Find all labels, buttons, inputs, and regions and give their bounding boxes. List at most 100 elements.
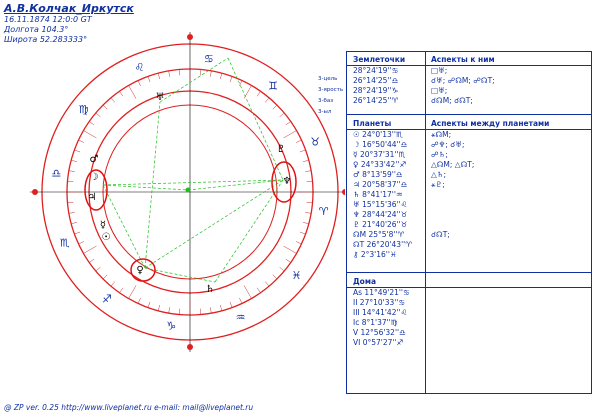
degree-tick bbox=[302, 222, 309, 225]
aspect-line bbox=[102, 179, 284, 186]
degree-tick bbox=[299, 231, 306, 235]
degree-tick bbox=[265, 97, 270, 103]
aspect-line bbox=[214, 179, 284, 283]
degree-tick bbox=[74, 149, 81, 153]
earthpoint-row: 26°14'25''♎ ☌♅; ☍☊M; ☍☊T; bbox=[347, 76, 591, 85]
degree-tick bbox=[239, 80, 243, 87]
earthpoint-position: 28°24'19''♋ bbox=[353, 66, 399, 75]
center-point bbox=[185, 187, 191, 193]
planet-position: ♆ 28°44'24''♉ bbox=[353, 210, 408, 219]
aspect-line bbox=[144, 101, 161, 269]
degree-tick bbox=[265, 281, 270, 287]
zodiac-sign: ♍ bbox=[79, 103, 89, 116]
degree-tick bbox=[119, 91, 124, 97]
earthpoints-header-col2: Аспекты к ним bbox=[431, 55, 495, 64]
earthpoint-aspects: ☌☊M; ☌☊T; bbox=[431, 96, 473, 105]
degree-tick bbox=[89, 258, 95, 263]
earthpoint-row: 28°24'19''♋ □♅; bbox=[347, 66, 591, 75]
degree-tick bbox=[78, 139, 85, 143]
earthpoints-header-col1: Землеточки bbox=[353, 55, 406, 64]
earthpoint-row: 28°24'19''♑ □♅; bbox=[347, 86, 591, 95]
degree-tick bbox=[306, 181, 313, 183]
zodiac-sign: ♋ bbox=[204, 52, 214, 65]
degree-tick bbox=[71, 159, 78, 162]
zodiac-sign: ♑ bbox=[166, 320, 176, 333]
planet-position: ♀ 24°33'42''♐ bbox=[353, 160, 407, 169]
degree-tick bbox=[168, 70, 170, 77]
degree-tick bbox=[128, 285, 137, 299]
degree-tick bbox=[285, 121, 291, 126]
planet-glyph: ☿ bbox=[100, 220, 106, 231]
degree-tick bbox=[74, 231, 81, 235]
house-position: VI 0°57'27''♐ bbox=[353, 338, 404, 347]
aspect-line bbox=[102, 184, 146, 269]
planet-glyph: ♇ bbox=[277, 144, 286, 155]
planet-row: ☊M 25°5'8''♈ ☌☊T; bbox=[347, 230, 591, 239]
degree-tick bbox=[95, 112, 101, 117]
degree-tick bbox=[295, 139, 302, 143]
degree-tick bbox=[283, 245, 297, 254]
earthpoint-position: 26°14'25''♎ bbox=[353, 76, 399, 85]
planet-aspects: ☌☊T; bbox=[431, 230, 450, 239]
degree-tick bbox=[95, 267, 101, 272]
house-row: Ic 8°1'37''♍ bbox=[347, 318, 591, 327]
planet-aspects: ☍♆; ☌♅; bbox=[431, 140, 465, 149]
degree-tick bbox=[110, 281, 115, 287]
earthpoint-position: 28°24'19''♑ bbox=[353, 86, 399, 95]
houses-header-col1: Дома bbox=[353, 277, 377, 286]
aspect-line bbox=[227, 57, 284, 181]
degree-tick bbox=[272, 274, 278, 280]
zodiac-sign: ♌ bbox=[134, 61, 144, 74]
planet-glyph: ♀ bbox=[136, 265, 143, 276]
degree-tick bbox=[272, 104, 278, 110]
aspect-line bbox=[144, 179, 284, 269]
planet-position: ☽ 16°50'44''♎ bbox=[353, 140, 408, 149]
degree-tick bbox=[229, 301, 233, 308]
planets-header-col2: Аспекты между планетами bbox=[431, 119, 550, 128]
planet-position: ♄ 8°41'17''♒ bbox=[353, 190, 403, 199]
planets-header-col1: Планеты bbox=[353, 119, 392, 128]
planet-glyph: ♃ bbox=[88, 192, 97, 203]
planet-position: ♃ 20°58'37''♎ bbox=[353, 180, 408, 189]
degree-tick bbox=[89, 121, 95, 126]
degree-tick bbox=[302, 159, 309, 162]
degree-tick bbox=[119, 287, 124, 293]
degree-tick bbox=[220, 304, 223, 311]
degree-tick bbox=[68, 170, 75, 172]
house-row: VI 0°57'27''♐ bbox=[347, 338, 591, 347]
footer: @ ZP ver. 0.25 http://www.liveplanet.ru … bbox=[4, 403, 254, 412]
earthpoint-aspects: ☌♅; ☍☊M; ☍☊T; bbox=[431, 76, 495, 85]
planet-aspects: ⚹♇; bbox=[431, 180, 445, 189]
degree-tick bbox=[147, 301, 151, 308]
zodiac-sign: ♎ bbox=[51, 167, 61, 180]
zodiac-sign: ♈ bbox=[319, 205, 329, 218]
planet-position: ♂ 8°13'59''♎ bbox=[353, 170, 403, 179]
degree-tick bbox=[128, 85, 137, 99]
degree-tick bbox=[229, 76, 233, 83]
house-row: II 27°10'33''♋ bbox=[347, 298, 591, 307]
degree-tick bbox=[295, 241, 302, 245]
legend-item: 3-цель bbox=[318, 76, 337, 82]
degree-tick bbox=[102, 104, 108, 110]
house-position: II 27°10'33''♋ bbox=[353, 298, 406, 307]
planet-position: ☿ 20°37'31''♏ bbox=[353, 150, 406, 159]
planet-row: ♃ 20°58'37''♎ ⚹♇; bbox=[347, 180, 591, 189]
degree-tick bbox=[179, 308, 181, 315]
planet-row: ♀ 24°33'42''♐ △☊M; △☊T; bbox=[347, 160, 591, 169]
zodiac-sign: ♓ bbox=[291, 269, 301, 282]
axis-marker bbox=[32, 189, 38, 195]
degree-tick bbox=[83, 130, 97, 139]
earthpoint-aspects: □♅; bbox=[431, 86, 448, 95]
degree-tick bbox=[279, 112, 285, 117]
degree-tick bbox=[305, 212, 312, 214]
legend-item: 3-ярость bbox=[318, 87, 343, 93]
degree-tick bbox=[67, 201, 74, 203]
data-table: Землеточки Аспекты к ним 28°24'19''♋ □♅; 26°… bbox=[346, 51, 592, 394]
planet-glyph: ☉ bbox=[102, 232, 111, 243]
planet-position: ☊T 26°20'43''♈ bbox=[353, 240, 412, 249]
legend-item: 3-баз bbox=[318, 98, 333, 104]
degree-tick bbox=[243, 285, 252, 299]
planet-row: ♄ 8°41'17''♒ bbox=[347, 190, 591, 199]
planet-row: ☿ 20°37'31''♏ ☍♄; bbox=[347, 150, 591, 159]
degree-tick bbox=[157, 304, 160, 311]
